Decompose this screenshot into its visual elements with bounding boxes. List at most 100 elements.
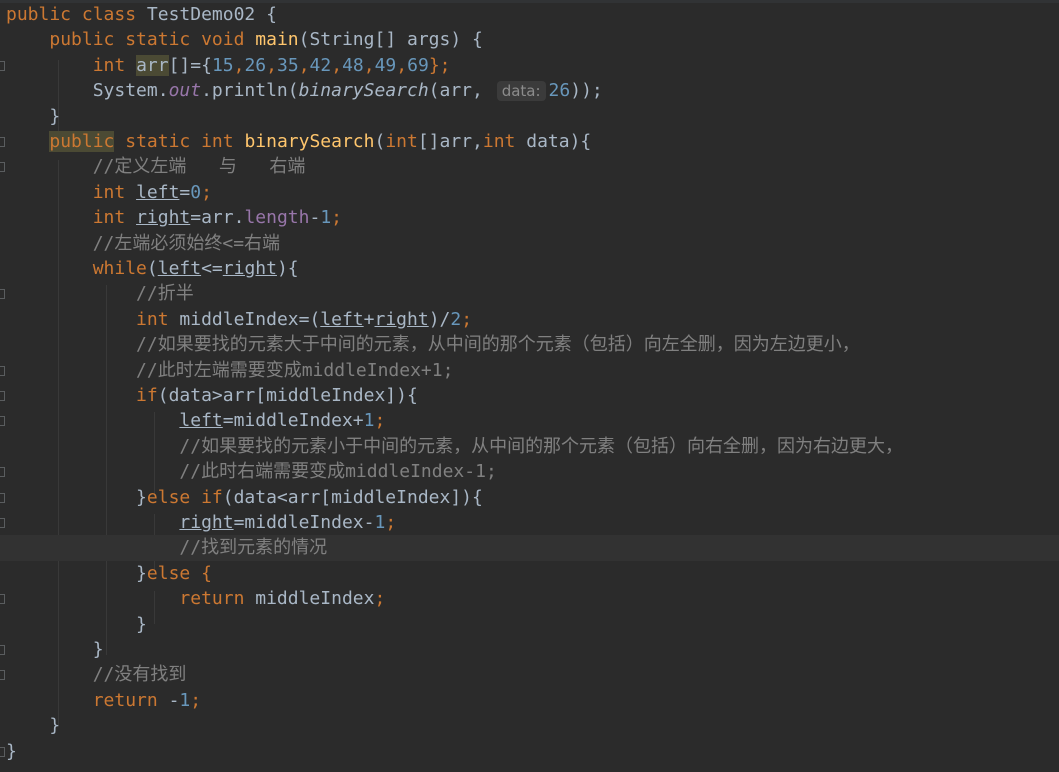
code-line-12[interactable]: //折半 bbox=[0, 281, 1059, 306]
code-line-27[interactable]: //没有找到 bbox=[0, 662, 1059, 687]
token-keyword: public bbox=[49, 131, 115, 152]
token-number: 15 bbox=[211, 54, 234, 76]
code-line-10[interactable]: //左端必须始终<=右端 bbox=[0, 231, 1059, 256]
token-comma: , bbox=[233, 54, 245, 76]
code-line-11[interactable]: while(left<=right){ bbox=[0, 256, 1059, 300]
token-variable: right bbox=[179, 512, 234, 533]
token-semicolon: ; bbox=[201, 181, 212, 203]
token-variable: left bbox=[320, 308, 364, 330]
code-line-14[interactable]: //如果要找的元素大于中间的元素，从中间的那个元素（包括）向左全删，因为左边更小… bbox=[0, 332, 1059, 376]
token-comment: //如果要找的元素小于中间的元素，从中间的那个元素（包括）向右全删，因为右边更大… bbox=[179, 435, 904, 457]
token-text: ( bbox=[374, 131, 386, 152]
token-semicolon: ; bbox=[461, 308, 473, 330]
token-static-field: out bbox=[168, 80, 202, 102]
token-text: <= bbox=[201, 258, 223, 279]
token-keyword: int bbox=[92, 181, 137, 203]
token-text: = bbox=[179, 181, 191, 203]
code-editor[interactable]: public class TestDemo02 { public static … bbox=[0, 0, 1059, 772]
code-line-16[interactable]: if(data>arr[middleIndex]){ bbox=[0, 383, 1059, 427]
token-number: 1 bbox=[179, 689, 191, 711]
token-keyword: return bbox=[92, 689, 169, 711]
token-variable: left bbox=[136, 181, 180, 203]
token-semicolon: ; bbox=[385, 512, 397, 533]
token-variable: right bbox=[374, 308, 429, 330]
token-number: 26 bbox=[548, 80, 571, 102]
token-number: 48 bbox=[342, 54, 364, 76]
token-text: System. bbox=[92, 80, 169, 102]
code-line-25[interactable]: } bbox=[0, 612, 1059, 655]
token-keyword: else { bbox=[146, 562, 212, 584]
token-text: } bbox=[136, 486, 147, 508]
token-text: =middleIndex- bbox=[233, 512, 375, 533]
token-variable: right bbox=[222, 258, 277, 279]
code-line-17[interactable]: left=middleIndex+1; bbox=[0, 408, 1059, 433]
token-comment: //找到元素的情况 bbox=[179, 537, 328, 559]
code-line-30[interactable]: } bbox=[0, 739, 1059, 764]
code-line-15[interactable]: //此时左端需要变成middleIndex+1; bbox=[0, 358, 1059, 401]
code-line-7[interactable]: //定义左端 与 右端 bbox=[0, 154, 1059, 179]
token-method-name: main bbox=[255, 29, 299, 51]
token-comma: , bbox=[363, 54, 375, 76]
token-text: data){ bbox=[515, 131, 592, 152]
token-number: 2 bbox=[450, 308, 462, 330]
token-variable: right bbox=[136, 207, 191, 229]
token-text: } bbox=[92, 639, 104, 660]
token-text: (data<arr[middleIndex]){ bbox=[222, 486, 483, 508]
code-line-4[interactable]: System.out.println(binarySearch(arr, dat… bbox=[0, 78, 1059, 103]
code-line-28[interactable]: return -1; bbox=[0, 688, 1059, 713]
token-text: []={ bbox=[168, 54, 212, 76]
token-number: 0 bbox=[190, 181, 202, 203]
code-line-13[interactable]: int middleIndex=(left+right)/2; bbox=[0, 307, 1059, 332]
token-comma: , bbox=[298, 54, 310, 76]
token-keyword: public class bbox=[6, 4, 147, 25]
code-line-19[interactable]: //此时右端需要变成middleIndex-1; bbox=[0, 459, 1059, 503]
token-class-name: TestDemo02 { bbox=[146, 4, 277, 25]
token-comment: //折半 bbox=[136, 283, 194, 305]
token-number: 26 bbox=[244, 54, 267, 76]
token-text: []arr, bbox=[417, 131, 483, 152]
code-line-5[interactable]: } bbox=[0, 104, 1059, 147]
token-keyword: int bbox=[136, 308, 180, 330]
token-field: length bbox=[244, 207, 310, 229]
token-semicolon: ; bbox=[331, 207, 342, 229]
code-line-20[interactable]: }else if(data<arr[middleIndex]){ bbox=[0, 485, 1059, 528]
token-text: } bbox=[49, 105, 61, 127]
code-line-6[interactable]: public static int binarySearch(int[]arr,… bbox=[0, 129, 1059, 173]
token-text: )); bbox=[570, 80, 603, 102]
code-line-23[interactable]: }else { bbox=[0, 561, 1059, 605]
code-line-21[interactable]: right=middleIndex-1; bbox=[0, 510, 1059, 535]
code-line-18[interactable]: //如果要找的元素小于中间的元素，从中间的那个元素（包括）向右全删，因为右边更大… bbox=[0, 434, 1059, 478]
token-number: 1 bbox=[363, 410, 375, 432]
code-line-3[interactable]: int arr[]={15,26,35,42,48,49,69}; bbox=[0, 53, 1059, 78]
token-text: } bbox=[6, 740, 17, 762]
token-keyword: int bbox=[385, 131, 418, 152]
token-text: .println( bbox=[201, 80, 299, 102]
code-line-2[interactable]: public static void main(String[] args) { bbox=[0, 27, 1059, 71]
code-line-22-current[interactable]: //找到元素的情况 bbox=[0, 535, 1059, 561]
token-semicolon: ; bbox=[190, 689, 202, 711]
code-line-1[interactable]: public class TestDemo02 { bbox=[0, 2, 1059, 27]
token-comment: //左端必须始终<=右端 bbox=[92, 232, 281, 254]
token-variable: arr bbox=[136, 54, 169, 76]
token-keyword: int bbox=[92, 54, 137, 76]
token-variable: left bbox=[157, 258, 202, 279]
token-method-name: binarySearch bbox=[244, 131, 375, 152]
token-number: 35 bbox=[277, 54, 299, 76]
token-number: 42 bbox=[309, 54, 332, 76]
token-text: =middleIndex+ bbox=[222, 410, 364, 432]
token-variable: left bbox=[179, 410, 223, 432]
token-text: } bbox=[136, 562, 147, 584]
code-line-29[interactable]: } bbox=[0, 713, 1059, 757]
code-line-24[interactable]: return middleIndex; bbox=[0, 586, 1059, 611]
token-text: (arr, bbox=[428, 80, 494, 102]
token-text: - bbox=[168, 689, 180, 711]
token-semicolon: ; bbox=[374, 410, 386, 432]
token-text: ( bbox=[146, 258, 158, 279]
token-text: } bbox=[136, 613, 147, 635]
code-line-9[interactable]: int right=arr.length-1; bbox=[0, 205, 1059, 230]
token-comment: //此时右端需要变成middleIndex-1; bbox=[179, 461, 497, 483]
token-keyword: int bbox=[92, 207, 137, 229]
code-line-26[interactable]: } bbox=[0, 637, 1059, 681]
token-comment: //没有找到 bbox=[92, 664, 187, 686]
code-line-8[interactable]: int left=0; bbox=[0, 180, 1059, 205]
